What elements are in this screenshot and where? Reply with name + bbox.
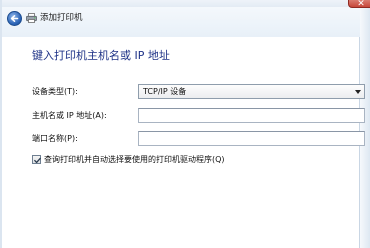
hostname-input[interactable] xyxy=(138,108,365,123)
back-arrow-icon xyxy=(10,15,19,22)
chevron-down-icon xyxy=(355,90,361,94)
window-title: 添加打印机 xyxy=(40,13,83,23)
query-printer-label[interactable]: 查询打印机并自动选择要使用的打印机驱动程序(Q) xyxy=(44,154,225,165)
hostname-label: 主机名或 IP 地址(A): xyxy=(32,111,107,120)
close-icon: ✕ xyxy=(357,0,365,9)
port-name-input[interactable] xyxy=(138,131,365,146)
device-type-value: TCP/IP 设备 xyxy=(143,87,187,96)
device-type-select[interactable]: TCP/IP 设备 xyxy=(138,84,365,99)
query-printer-checkbox[interactable] xyxy=(32,155,41,164)
printer-icon xyxy=(26,13,37,23)
add-printer-window: ✕ 添加打印机 键入打印机主机名或 IP 地址 设备类型(T): TCP/IP … xyxy=(0,0,370,248)
window-frame-top xyxy=(0,0,370,7)
back-button[interactable] xyxy=(7,11,22,26)
window-frame-left xyxy=(0,0,2,248)
window-frame-right xyxy=(359,0,370,248)
device-type-label: 设备类型(T): xyxy=(32,87,78,96)
port-name-label: 端口名称(P): xyxy=(32,134,78,143)
page-heading: 键入打印机主机名或 IP 地址 xyxy=(32,49,170,62)
close-button[interactable]: ✕ xyxy=(348,0,370,9)
checkmark-icon xyxy=(34,157,41,164)
